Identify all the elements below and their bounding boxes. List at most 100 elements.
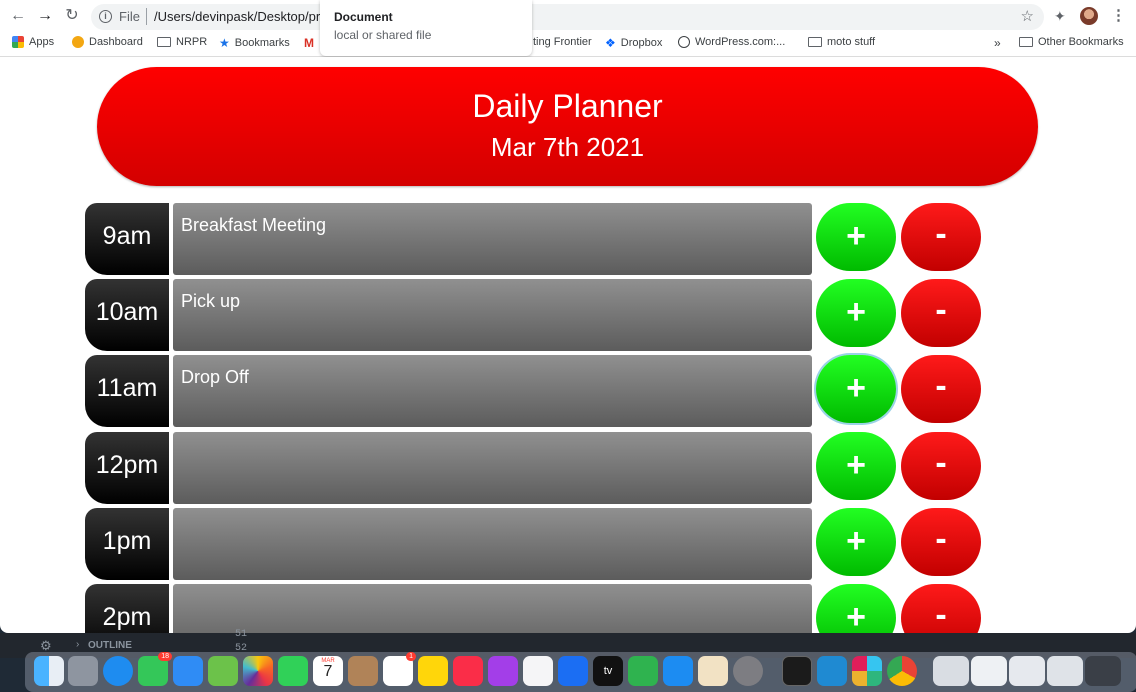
bookmark-gmail[interactable]: M <box>304 36 314 50</box>
page-content: Daily Planner Mar 7th 2021 9am Breakfast… <box>0 57 1136 633</box>
finder-icon[interactable] <box>34 656 64 686</box>
add-button[interactable]: + <box>816 355 896 423</box>
bookmark-dashboard[interactable]: Dashboard <box>72 36 143 48</box>
line-number: 51 <box>235 629 248 640</box>
chevron-right-icon[interactable]: › <box>76 639 79 650</box>
window-thumbnail[interactable] <box>1085 656 1121 686</box>
system-preferences-icon[interactable] <box>733 656 763 686</box>
extensions-icon[interactable]: ✦ <box>1054 8 1066 25</box>
bookmark-bookmarks[interactable]: ★ Bookmarks <box>219 36 290 50</box>
tooltip-title: Document <box>334 10 393 24</box>
reminders-icon[interactable]: 1 <box>383 652 416 686</box>
bookmarks-bar: Apps Dashboard NRPR ★ Bookmarks M ting Fr… <box>0 33 1136 53</box>
vscode-icon[interactable] <box>817 656 847 686</box>
hour-label: 9am <box>85 203 169 275</box>
remove-button[interactable]: - <box>901 203 981 271</box>
photos-icon[interactable] <box>243 656 273 686</box>
apple-tv-icon[interactable]: tv <box>593 656 623 686</box>
keynote-icon[interactable] <box>558 656 588 686</box>
bookmark-apps[interactable]: Apps <box>12 36 54 48</box>
remove-button[interactable]: - <box>901 584 981 633</box>
bookmark-dropbox[interactable]: ❖ Dropbox <box>605 36 662 50</box>
bookmark-label: Apps <box>29 36 55 48</box>
bookmark-label: WordPress.com:... <box>695 36 786 48</box>
maps-icon[interactable] <box>208 656 238 686</box>
gmail-icon: M <box>304 36 314 50</box>
url-separator <box>146 8 147 25</box>
launchpad-icon[interactable] <box>68 656 98 686</box>
window-thumbnail[interactable] <box>971 656 1007 686</box>
task-input[interactable]: Drop Off <box>173 355 812 427</box>
messages-icon[interactable]: 18 <box>138 652 172 686</box>
bookmark-moto-stuff[interactable]: moto stuff <box>808 36 875 48</box>
task-input[interactable] <box>173 584 812 633</box>
app-store-icon[interactable] <box>663 656 693 686</box>
time-block-row: 12pm + - <box>85 432 985 504</box>
contacts-icon[interactable] <box>348 656 378 686</box>
bookmark-label: Other Bookmarks <box>1038 36 1124 48</box>
wordpress-icon <box>678 36 690 48</box>
task-input[interactable] <box>173 508 812 580</box>
music-icon[interactable] <box>453 656 483 686</box>
bookmark-label: moto stuff <box>827 36 876 48</box>
macos-dock: 18 MAR 7 1 tv <box>25 652 1136 692</box>
facetime-icon[interactable] <box>278 656 308 686</box>
remove-button[interactable]: - <box>901 279 981 347</box>
window-thumbnail[interactable] <box>1047 656 1083 686</box>
terminal-icon[interactable] <box>782 656 812 686</box>
add-button[interactable]: + <box>816 508 896 576</box>
info-icon[interactable]: i <box>99 10 112 23</box>
folder-icon <box>808 37 822 47</box>
profile-avatar[interactable] <box>1080 7 1098 25</box>
tooltip-subtitle: local or shared file <box>334 28 432 42</box>
url-scheme: File <box>119 9 140 24</box>
bookmark-nrpr[interactable]: NRPR <box>157 36 207 48</box>
site-info-tooltip: Document local or shared file <box>320 0 532 56</box>
script-editor-icon[interactable] <box>698 656 728 686</box>
task-input[interactable]: Breakfast Meeting <box>173 203 812 275</box>
bookmark-label: Dashboard <box>89 36 143 48</box>
bookmark-wordpress[interactable]: WordPress.com:... <box>678 36 785 48</box>
star-icon: ★ <box>219 36 230 50</box>
bookmark-frontier[interactable]: ting Frontier <box>533 36 592 48</box>
folder-icon <box>1019 37 1033 47</box>
task-input[interactable] <box>173 432 812 504</box>
menu-icon[interactable]: ⋮ <box>1111 6 1126 24</box>
podcasts-icon[interactable] <box>488 656 518 686</box>
window-thumbnail[interactable] <box>933 656 969 686</box>
task-input[interactable]: Pick up <box>173 279 812 351</box>
bookmark-label: Bookmarks <box>234 37 290 49</box>
add-button[interactable]: + <box>816 584 896 633</box>
remove-button[interactable]: - <box>901 508 981 576</box>
add-button[interactable]: + <box>816 203 896 271</box>
notes-icon[interactable] <box>418 656 448 686</box>
hour-label: 10am <box>85 279 169 351</box>
chrome-icon[interactable] <box>887 656 917 686</box>
remove-button[interactable]: - <box>901 355 981 423</box>
slack-icon[interactable] <box>852 656 882 686</box>
calendar-icon[interactable]: MAR 7 <box>313 656 343 686</box>
outline-label[interactable]: OUTLINE <box>88 640 132 651</box>
hour-label: 1pm <box>85 508 169 580</box>
hour-label: 2pm <box>85 584 169 633</box>
address-bar[interactable]: i File /Users/devinpask/Desktop/pro ☆ <box>91 4 1044 30</box>
forward-icon[interactable]: → <box>35 6 55 26</box>
bookmarks-overflow-button[interactable]: » <box>994 36 1001 50</box>
bookmark-label: ting Frontier <box>533 36 592 48</box>
planner-header: Daily Planner Mar 7th 2021 <box>97 67 1038 186</box>
reload-icon[interactable]: ↻ <box>62 6 82 26</box>
news-icon[interactable] <box>523 656 553 686</box>
numbers-icon[interactable] <box>628 656 658 686</box>
add-button[interactable]: + <box>816 279 896 347</box>
url-text[interactable]: /Users/devinpask/Desktop/pro <box>154 9 320 24</box>
safari-icon[interactable] <box>103 656 133 686</box>
bookmark-star-icon[interactable]: ☆ <box>1021 7 1034 25</box>
bookmark-label: NRPR <box>176 36 208 48</box>
page-title: Daily Planner <box>472 88 663 124</box>
add-button[interactable]: + <box>816 432 896 500</box>
mail-icon[interactable] <box>173 656 203 686</box>
bookmark-other[interactable]: Other Bookmarks <box>1019 36 1124 48</box>
window-thumbnail[interactable] <box>1009 656 1045 686</box>
back-icon[interactable]: ← <box>8 6 28 26</box>
remove-button[interactable]: - <box>901 432 981 500</box>
